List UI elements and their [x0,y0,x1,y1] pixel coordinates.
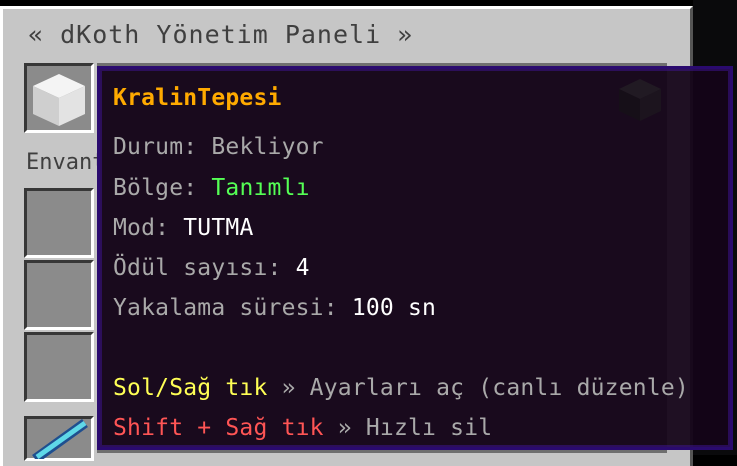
tooltip-status: Durum: Bekliyor [113,134,324,160]
tooltip-reward-count: Ödül sayısı: 4 [113,255,310,281]
mode-label: Mod: [113,215,184,241]
capture-value: 100 sn [351,295,437,321]
panel-title: « dKoth Yönetim Paneli » [28,20,414,49]
inventory-slot[interactable] [24,260,94,330]
dark-block-icon [619,79,661,121]
hotbar-slot[interactable] [24,416,94,461]
tooltip-koth-name: KralinTepesi [113,85,282,111]
region-label: Bölge: [113,175,212,201]
shift-click-desc: » Hızlı sil [323,415,493,441]
capture-label: Yakalama süresi: [113,295,352,321]
mode-value: TUTMA [183,215,254,241]
tooltip-capture-time: Yakalama süresi: 100 sn [113,295,436,321]
item-tooltip: KralinTepesi Durum: Bekliyor Bölge: Tanı… [97,66,733,450]
reward-label: Ödül sayısı: [113,255,296,281]
shift-click-key: Shift + Sağ tık [113,415,324,441]
koth-slot[interactable] [24,63,94,133]
status-label: Durum: [113,134,212,160]
reward-value: 4 [295,255,310,281]
left-click-key: Sol/Sağ tık [113,375,268,401]
left-click-desc: » Ayarları aç (canlı düzenle) [267,375,689,401]
diamond-sword-icon [32,419,88,459]
tooltip-left-click-hint: Sol/Sağ tık » Ayarları aç (canlı düzenle… [113,375,689,401]
tooltip-region: Bölge: Tanımlı [113,175,310,201]
tooltip-mode: Mod: TUTMA [113,215,254,241]
region-value: Tanımlı [211,175,310,201]
inventory-slot[interactable] [24,188,94,258]
tooltip-shift-click-hint: Shift + Sağ tık » Hızlı sil [113,415,492,441]
inventory-slot[interactable] [24,332,94,402]
status-value: Bekliyor [211,134,324,160]
white-wool-block-icon [33,74,85,126]
